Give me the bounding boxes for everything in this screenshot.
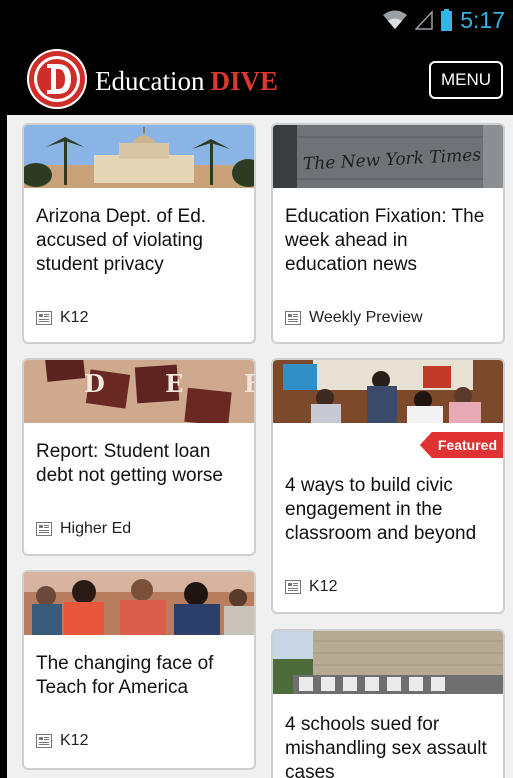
article-title: Education Fixation: The week ahead in ed…: [285, 206, 485, 275]
brand-accent: DIVE: [210, 66, 278, 96]
article-card[interactable]: The changing face of Teach for America K…: [22, 570, 256, 770]
article-thumbnail: [24, 572, 254, 635]
article-title: 4 ways to build civic engagement in the …: [285, 475, 477, 544]
article-card[interactable]: Arizona Dept. of Ed. accused of violatin…: [22, 123, 256, 344]
article-category: K12: [36, 732, 88, 750]
article-thumbnail: [24, 125, 254, 188]
newspaper-icon: [285, 580, 301, 594]
article-card[interactable]: D E B T Report: Student loan debt not ge…: [22, 358, 256, 556]
category-label: K12: [309, 578, 338, 595]
article-title: 4 schools sued for mishandling sex assau…: [285, 714, 487, 778]
article-thumbnail: The New York Times: [273, 125, 503, 188]
article-grid: Arizona Dept. of Ed. accused of violatin…: [7, 115, 513, 778]
newspaper-icon: [36, 734, 52, 748]
article-thumbnail: [273, 631, 503, 694]
newspaper-icon: [36, 311, 52, 325]
featured-badge: Featured: [419, 432, 503, 458]
brand-wordmark: Education DIVE: [95, 66, 278, 97]
battery-icon: [441, 9, 453, 31]
status-bar: 5:17: [7, 0, 513, 40]
article-category: Weekly Preview: [285, 309, 423, 327]
thumb-caption: D E B T: [84, 369, 254, 398]
category-label: Higher Ed: [60, 520, 132, 537]
newspaper-icon: [36, 522, 52, 536]
menu-button[interactable]: MENU: [428, 61, 503, 99]
clock: 5:17: [460, 6, 505, 33]
article-category: K12: [285, 578, 337, 596]
article-thumbnail: [273, 360, 503, 423]
article-category: K12: [36, 309, 88, 327]
article-card[interactable]: Featured 4 ways to build civic engagemen…: [271, 358, 505, 614]
app-bar: Education DIVE MENU: [7, 40, 513, 115]
signal-icon: [415, 10, 433, 30]
article-title: Report: Student loan debt not getting wo…: [36, 441, 223, 486]
category-label: K12: [60, 732, 89, 749]
category-label: K12: [60, 309, 89, 326]
category-label: Weekly Preview: [309, 309, 423, 326]
app-screen: 5:17 Education DIVE MENU Arizona Dept. o…: [7, 0, 513, 778]
article-thumbnail: D E B T: [24, 360, 254, 423]
article-card[interactable]: The New York Times Education Fixation: T…: [271, 123, 505, 344]
newspaper-icon: [285, 311, 301, 325]
logo-icon[interactable]: [27, 49, 87, 109]
status-icons: 5:17: [383, 6, 505, 34]
article-title: Arizona Dept. of Ed. accused of violatin…: [36, 206, 207, 275]
article-category: Higher Ed: [36, 520, 131, 538]
article-title: The changing face of Teach for America: [36, 653, 214, 698]
article-card[interactable]: 4 schools sued for mishandling sex assau…: [271, 629, 505, 778]
brand-main: Education: [95, 66, 205, 96]
wifi-icon: [383, 10, 408, 30]
